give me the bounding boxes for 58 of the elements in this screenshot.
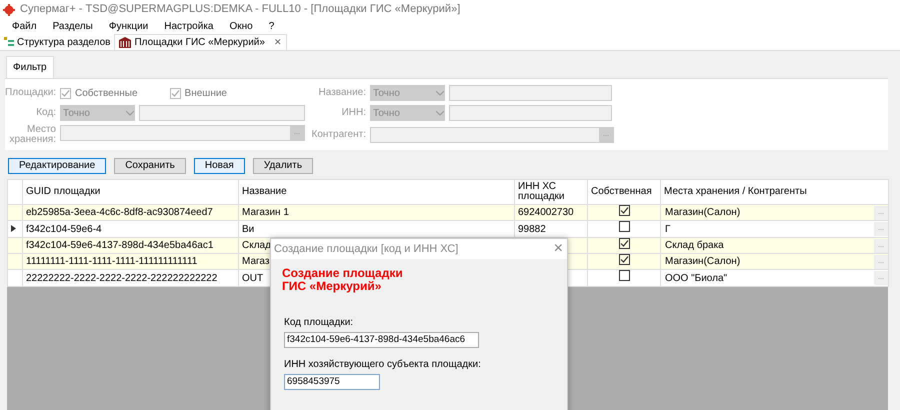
text-field[interactable] xyxy=(449,105,612,121)
checkbox[interactable] xyxy=(60,88,71,98)
field-label: ИНН хозяйствующего субъекта площадки: xyxy=(284,358,481,372)
window-title: Супермаг+ - TSD@SUPERMAGPLUS:DEMKA - FULL10 - [Площадки ГИС «Меркурий»] xyxy=(20,2,460,18)
close-button[interactable]: × xyxy=(554,237,563,261)
app-logo-icon xyxy=(3,4,15,16)
checkbox[interactable] xyxy=(618,206,630,216)
table-cell: 22222222-2222-2222-2222-222222222222 xyxy=(22,270,238,286)
menu-item[interactable]: ? xyxy=(260,19,282,34)
table-cell: 11111111-1111-1111-1111-111111111111 xyxy=(22,254,238,270)
table-cell: f342c104-59e6-4137-898d-434e5ba46ac1 xyxy=(22,238,238,254)
checkbox[interactable] xyxy=(618,254,630,265)
field-label: Контрагент: xyxy=(310,130,367,140)
field-label: Место хранения: xyxy=(8,125,57,145)
field-label: Код площадки: xyxy=(284,316,354,330)
text-field[interactable] xyxy=(449,85,612,101)
input-field[interactable]: 6958453975 xyxy=(284,374,380,390)
table-cell-text: Магазин(Салон) xyxy=(664,255,740,268)
table-cell: Магазин 1 xyxy=(238,204,514,220)
checkbox[interactable] xyxy=(170,88,181,98)
column-header[interactable]: GUID площадки xyxy=(22,180,238,204)
menu-item[interactable]: Разделы xyxy=(44,19,101,34)
table-cell: eb25985a-3eea-4c6c-8df8-ac930874eed7 xyxy=(22,204,238,220)
chevron-icon xyxy=(126,110,134,116)
column-header[interactable]: Места хранения / Контрагенты xyxy=(660,180,888,204)
menu-item[interactable]: Файл xyxy=(4,19,45,34)
toolbar-button[interactable]: Редактирование xyxy=(8,158,106,174)
toolbar-button[interactable]: Новая xyxy=(194,158,245,174)
table-cell-text: Г xyxy=(664,222,670,236)
current-row-icon xyxy=(11,225,16,232)
column-header[interactable]: Название xyxy=(238,180,514,204)
input-field[interactable]: f342c104-59e6-4137-898d-434e5ba46ac6 xyxy=(284,332,479,348)
menu-item[interactable]: Функции xyxy=(100,19,156,34)
table-cell-text: Склад брака xyxy=(664,239,724,252)
text-field[interactable] xyxy=(139,105,305,121)
toolbar-button[interactable]: Сохранить xyxy=(114,158,186,174)
table-cell-text: ООО "Биола" xyxy=(664,272,728,286)
toolbar-button[interactable]: Удалить xyxy=(252,158,314,174)
field-label: Код: xyxy=(35,108,57,118)
field-label: Название: xyxy=(318,88,367,98)
checkbox[interactable] xyxy=(618,222,630,232)
checkbox-label: Собственные xyxy=(75,86,138,100)
filter-tab[interactable]: Фильтр xyxy=(6,56,54,78)
table-cell-text: Магазин(Салон) xyxy=(664,206,740,220)
close-icon[interactable]: ✕ xyxy=(274,36,282,50)
checkbox-label: Внешние xyxy=(184,86,227,100)
document-tab[interactable]: Площадки ГИС «Меркурий» ✕ xyxy=(114,34,287,50)
field-label: Площадки: xyxy=(5,88,58,98)
menu-item[interactable]: Настройка xyxy=(156,19,222,34)
menu-item[interactable]: Окно xyxy=(221,19,261,34)
checkbox[interactable] xyxy=(618,270,630,281)
chevron-icon xyxy=(436,110,444,116)
building-icon xyxy=(119,37,132,48)
tree-icon xyxy=(4,37,14,47)
chevron-icon xyxy=(436,90,444,96)
checkbox[interactable] xyxy=(618,238,630,249)
table-cell: 6924002730 xyxy=(514,204,588,220)
field-label: ИНН: xyxy=(340,108,367,118)
